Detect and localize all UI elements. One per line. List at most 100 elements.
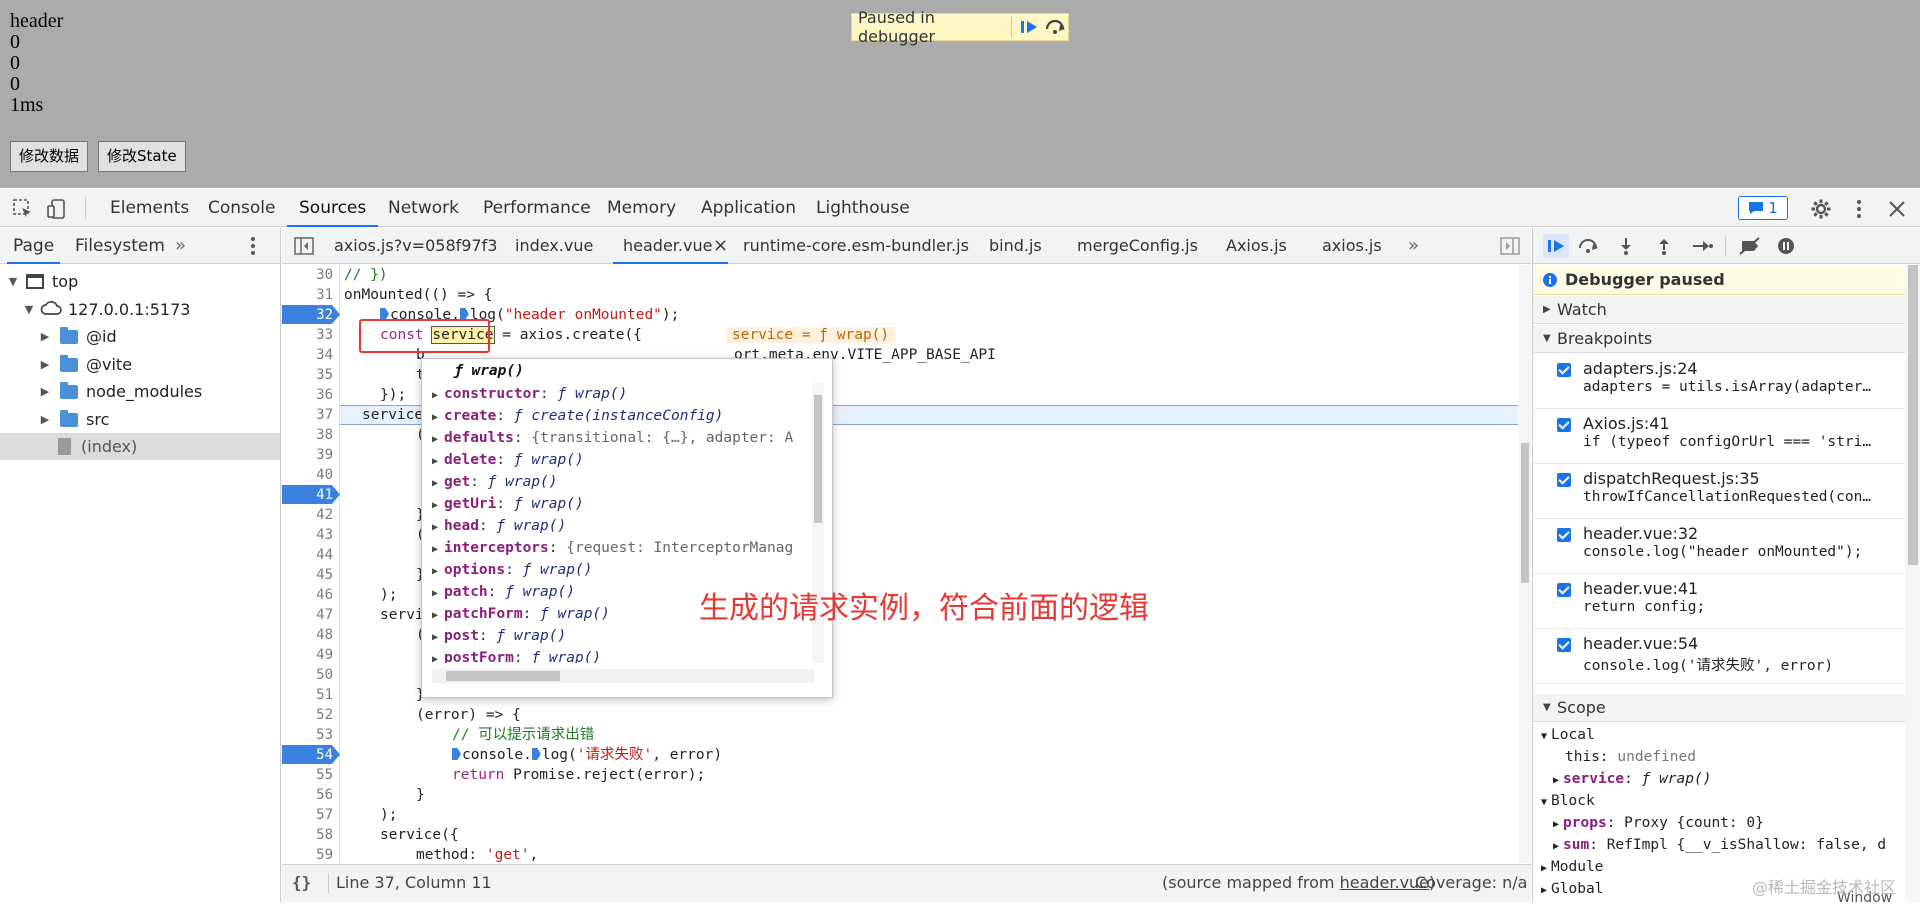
breakpoint-item[interactable]: adapters.js:24 adapters = utils.isArray(… [1533, 354, 1905, 409]
tree-item-index[interactable]: (index) [0, 433, 280, 460]
scope-variable[interactable]: this: undefined [1565, 746, 1696, 768]
property-row[interactable]: ▶ defaults: {transitional: {…}, adapter: … [432, 427, 793, 449]
object-preview-popover[interactable]: ƒ wrap() ▶ constructor: ƒ wrap() ▶ create:… [421, 358, 833, 698]
pretty-print-icon[interactable]: {} [292, 873, 311, 892]
property-row[interactable]: ▶ get: ƒ wrap() [432, 471, 558, 493]
more-tabs-icon[interactable]: » [1408, 228, 1419, 264]
tree-item-top[interactable]: ▼ top [0, 268, 280, 295]
scope-module[interactable]: ▶ Module [1541, 856, 1603, 878]
folder-icon [60, 381, 78, 399]
resume-icon[interactable] [1016, 15, 1042, 39]
tree-item-folder[interactable]: ▶ @id [0, 323, 280, 350]
step-over-icon[interactable] [1575, 234, 1601, 258]
scope-variable[interactable]: ▶ props: Proxy {count: 0} [1553, 812, 1764, 834]
property-row[interactable]: ▶ delete: ƒ wrap() [432, 449, 584, 471]
scope-local[interactable]: ▼ Local [1541, 724, 1595, 746]
gear-icon[interactable] [1810, 198, 1832, 220]
property-row[interactable]: ▶ options: ƒ wrap() [432, 559, 592, 581]
file-tab-active[interactable]: header.vue [612, 228, 729, 264]
property-row[interactable]: ▶ patchForm: ƒ wrap() [432, 603, 610, 625]
breakpoint-item[interactable]: dispatchRequest.js:35 throwIfCancellatio… [1533, 464, 1905, 519]
issues-badge[interactable]: 1 [1738, 196, 1788, 220]
scope-global[interactable]: ▶ Global [1541, 878, 1603, 898]
step-out-icon[interactable] [1651, 234, 1677, 258]
source-map-info: (source mapped from header.vue) [1162, 873, 1436, 892]
file-tab[interactable]: axios.js?v=058f97f3 [334, 228, 497, 264]
tab-page[interactable]: Page [6, 228, 61, 264]
tree-item-folder[interactable]: ▶ @vite [0, 351, 280, 378]
file-tab[interactable]: Axios.js [1226, 228, 1287, 264]
breakpoint-checkbox[interactable] [1557, 638, 1571, 652]
more-vertical-icon[interactable] [1848, 198, 1870, 220]
breakpoint-checkbox[interactable] [1557, 528, 1571, 542]
modify-data-button[interactable]: 修改数据 [10, 141, 89, 172]
breakpoint-item[interactable]: header.vue:54 console.log('请求失败', error) [1533, 629, 1905, 684]
breakpoint-item[interactable]: header.vue:41 return config; [1533, 574, 1905, 629]
tab-application[interactable]: Application [701, 189, 796, 227]
scrollbar-thumb[interactable] [814, 395, 822, 523]
modify-state-button[interactable]: 修改State [98, 141, 186, 172]
scrollbar-thumb[interactable] [1521, 443, 1529, 583]
line-gutter[interactable]: 30 31 32 33 34 35 36 37 38 39 40 41 42 4… [282, 265, 340, 863]
file-tab[interactable]: index.vue [515, 228, 593, 264]
tab-network[interactable]: Network [388, 189, 459, 227]
step-into-icon[interactable] [1613, 234, 1639, 258]
section-scope[interactable]: ▼ Scope [1533, 694, 1905, 722]
editor-scrollbar[interactable] [1519, 265, 1531, 863]
toggle-navigator-icon[interactable] [294, 228, 314, 264]
property-row[interactable]: ▶ patch: ƒ wrap() [432, 581, 575, 603]
line-number: 50 [316, 667, 333, 683]
inspect-element-icon[interactable] [12, 198, 34, 220]
section-breakpoints[interactable]: ▼ Breakpoints [1533, 325, 1905, 353]
tab-sources[interactable]: Sources [286, 189, 379, 227]
breakpoint-checkbox[interactable] [1557, 583, 1571, 597]
step-icon[interactable] [1689, 234, 1715, 258]
close-icon[interactable] [1886, 198, 1908, 220]
breakpoint-checkbox[interactable] [1557, 418, 1571, 432]
device-toolbar-icon[interactable] [46, 198, 68, 220]
deactivate-breakpoints-icon[interactable] [1737, 234, 1763, 258]
scope-variable[interactable]: ▶ sum: RefImpl {__v_isShallow: false, d [1553, 834, 1903, 856]
pause-on-exceptions-icon[interactable] [1773, 234, 1799, 258]
file-tab[interactable]: bind.js [989, 228, 1042, 264]
collapsed-triangle-icon: ▶ [1543, 304, 1551, 315]
breakpoint-item[interactable]: Axios.js:41 if (typeof configOrUrl === '… [1533, 409, 1905, 464]
tab-elements[interactable]: Elements [110, 189, 189, 227]
property-row[interactable]: ▶ constructor: ƒ wrap() [432, 383, 627, 405]
property-row[interactable]: ▶ interceptors: {request: InterceptorMana… [432, 537, 793, 559]
scrollbar-thumb[interactable] [1908, 265, 1918, 565]
property-row[interactable]: ▶ head: ƒ wrap() [432, 515, 566, 537]
tab-memory[interactable]: Memory [607, 189, 676, 227]
close-tab-icon[interactable]: × [713, 228, 728, 264]
breakpoint-checkbox[interactable] [1557, 473, 1571, 487]
step-over-icon[interactable] [1042, 15, 1068, 39]
tree-item-folder[interactable]: ▶ src [0, 406, 280, 433]
more-vertical-icon[interactable] [250, 228, 256, 264]
sidebar-scrollbar[interactable] [1905, 265, 1920, 902]
collapsed-triangle-icon: ▶ [40, 385, 50, 398]
resume-icon[interactable] [1543, 234, 1569, 258]
file-tab[interactable]: runtime-core.esm-bundler.js [743, 228, 969, 264]
toggle-debugger-icon[interactable] [1500, 228, 1520, 264]
tab-console[interactable]: Console [208, 189, 276, 227]
property-row[interactable]: ▶ postForm: ƒ wrap() [432, 647, 601, 663]
tree-item-folder[interactable]: ▶ node_modules [0, 378, 280, 405]
file-tab[interactable]: axios.js [1322, 228, 1382, 264]
property-row[interactable]: ▶ getUri: ƒ wrap() [432, 493, 584, 515]
property-row[interactable]: ▶ post: ƒ wrap() [432, 625, 566, 647]
property-row[interactable]: ▶ create: ƒ create(instanceConfig) [432, 405, 723, 427]
tab-performance[interactable]: Performance [483, 189, 591, 227]
file-tab[interactable]: mergeConfig.js [1077, 228, 1198, 264]
line-number: 34 [316, 347, 333, 363]
more-tabs-icon[interactable]: » [175, 228, 186, 264]
tree-item-origin[interactable]: ▼ 127.0.0.1:5173 [0, 296, 280, 323]
breakpoint-item[interactable]: header.vue:32 console.log("header onMoun… [1533, 519, 1905, 574]
scope-block[interactable]: ▼ Block [1541, 790, 1595, 812]
popover-h-scrollbar[interactable] [432, 669, 814, 683]
tab-lighthouse[interactable]: Lighthouse [816, 189, 910, 227]
section-watch[interactable]: ▶ Watch [1533, 296, 1905, 324]
scope-variable[interactable]: ▶ service: ƒ wrap() [1553, 768, 1711, 790]
scrollbar-thumb[interactable] [446, 671, 560, 681]
breakpoint-checkbox[interactable] [1557, 363, 1571, 377]
tab-filesystem[interactable]: Filesystem [75, 228, 165, 264]
